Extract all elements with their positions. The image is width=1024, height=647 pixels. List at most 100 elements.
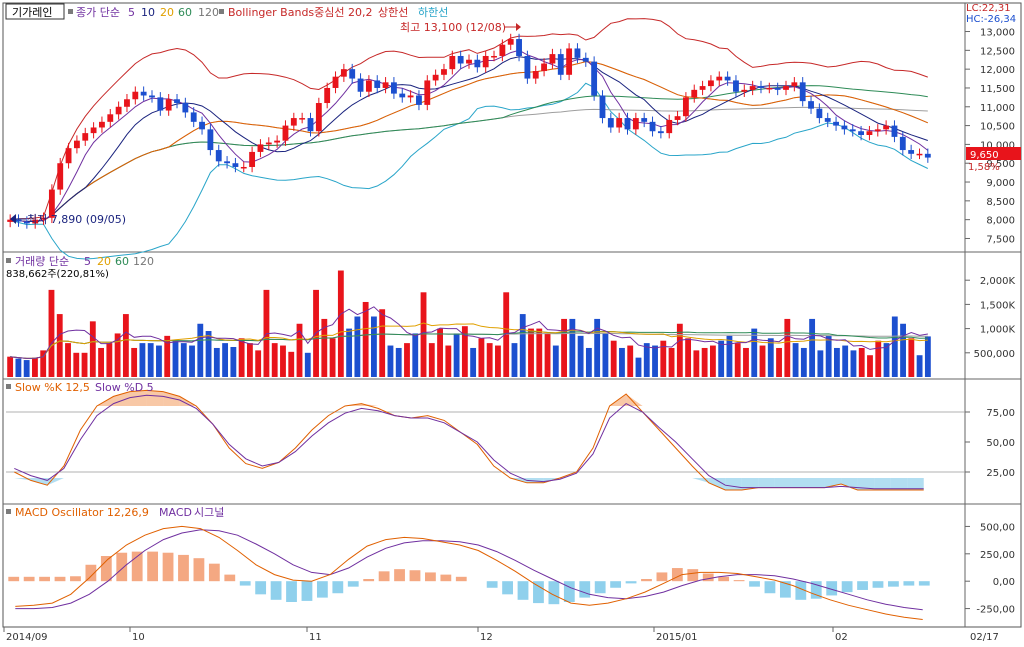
candle-body xyxy=(307,118,314,132)
ma20-period: 20 xyxy=(160,6,174,19)
slow-d-label: Slow %D 5 xyxy=(95,381,154,394)
price-tick-label: 8,000 xyxy=(986,216,1015,227)
candle-body xyxy=(641,118,648,122)
volume-bar xyxy=(354,316,361,377)
volume-bar xyxy=(693,350,700,377)
date-tick-label: 02 xyxy=(835,632,848,643)
candle-body xyxy=(482,55,489,68)
macd-oscillator-bar xyxy=(610,581,622,588)
ma5-period: 5 xyxy=(128,6,135,19)
candle-body xyxy=(82,133,89,141)
volume-bar xyxy=(271,343,278,377)
candle-body xyxy=(249,151,256,167)
volume-bar xyxy=(304,352,311,377)
volume-bar xyxy=(767,338,774,377)
candle-body xyxy=(632,118,639,130)
macd-oscillator-bar xyxy=(255,581,267,595)
slow-k-label: Slow %K 12,5 xyxy=(15,381,90,394)
lc-readout: LC:22,31 xyxy=(966,3,1011,14)
candle-body xyxy=(499,44,506,56)
macd-oscillator-bar xyxy=(54,576,66,582)
macd-oscillator-bar xyxy=(749,581,760,587)
candle-body xyxy=(833,121,839,126)
volume-bar xyxy=(916,355,923,377)
volume-current: 838,662주(220,81%) xyxy=(6,269,109,280)
volume-bar xyxy=(147,343,154,377)
volume-bar xyxy=(337,270,344,377)
ma120-period: 120 xyxy=(198,6,219,19)
candle-body xyxy=(733,80,739,92)
macd-oscillator-bar xyxy=(39,576,50,582)
candle-body xyxy=(791,82,798,87)
macd-tick-label: 0,00 xyxy=(993,577,1015,588)
bb-upper-label: 상한선 xyxy=(378,6,408,19)
candle-body xyxy=(449,55,456,70)
volume-bar xyxy=(329,338,336,377)
stock-title: 기가레인 xyxy=(12,6,52,19)
volume-bar xyxy=(883,343,890,377)
hc-readout: HC:-26,34 xyxy=(966,14,1016,25)
macd-oscillator-bar xyxy=(100,556,112,582)
macd-oscillator-bar xyxy=(563,581,575,602)
volume-bar xyxy=(246,343,253,377)
macd-oscillator-bar xyxy=(208,563,220,582)
volume-bar xyxy=(552,345,559,377)
volume-bar xyxy=(98,347,105,377)
volume-bar xyxy=(652,345,658,377)
volume-bar xyxy=(222,343,229,377)
date-tick-label: 2015/01 xyxy=(656,632,698,643)
candle-body xyxy=(724,76,731,81)
candle-body xyxy=(90,127,97,134)
candle-body xyxy=(224,161,230,164)
candle-body xyxy=(532,71,539,79)
current-price: 9,650 xyxy=(970,150,999,161)
candle-body xyxy=(883,125,890,130)
candle-body xyxy=(357,78,364,92)
candle-body xyxy=(891,125,898,137)
candle-body xyxy=(783,86,789,90)
candle-body xyxy=(115,106,122,115)
current-change: 1,58% xyxy=(968,162,1000,173)
volume-bar xyxy=(362,301,369,377)
volume-bar xyxy=(56,314,63,377)
volume-bar xyxy=(106,343,113,377)
macd-oscillator-bar xyxy=(625,581,637,584)
volume-bar xyxy=(743,347,749,377)
volume-bar xyxy=(875,340,882,377)
macd-oscillator-bar xyxy=(764,581,776,594)
candle-body xyxy=(274,140,281,143)
candle-body xyxy=(824,118,831,122)
candle-body xyxy=(541,63,548,72)
candle-body xyxy=(524,55,531,79)
macd-oscillator-bar xyxy=(178,554,189,582)
candle-body xyxy=(407,95,414,98)
macd-oscillator-bar xyxy=(702,573,714,582)
date-tick-label: 02/17 xyxy=(970,632,999,643)
candle-body xyxy=(390,82,397,94)
candle-body xyxy=(516,39,522,56)
price-tick-label: 13,000 xyxy=(980,28,1015,39)
candle-body xyxy=(365,80,372,92)
price-tick-label: 12,000 xyxy=(980,65,1015,76)
candle-body xyxy=(574,48,581,58)
candle-body xyxy=(816,108,823,119)
candle-body xyxy=(265,142,272,145)
chart-canvas[interactable]: 13,00012,50012,00011,50011,00010,50010,0… xyxy=(0,0,1024,647)
volume-bar xyxy=(817,350,824,377)
candle-body xyxy=(132,91,139,100)
candle-body xyxy=(324,87,331,104)
candle-body xyxy=(349,69,356,79)
volume-bar xyxy=(453,333,460,377)
volume-bar xyxy=(809,318,816,377)
candle-body xyxy=(466,59,472,64)
candle-body xyxy=(332,76,339,88)
candle-body xyxy=(849,129,856,132)
candle-body xyxy=(199,121,205,130)
volume-bar xyxy=(858,347,865,377)
macd-oscillator-bar xyxy=(162,552,174,582)
volume-bar xyxy=(701,347,708,377)
candle-body xyxy=(232,163,239,167)
candle-body xyxy=(624,118,631,130)
volume-bar xyxy=(156,345,162,377)
volume-bar xyxy=(800,347,807,377)
